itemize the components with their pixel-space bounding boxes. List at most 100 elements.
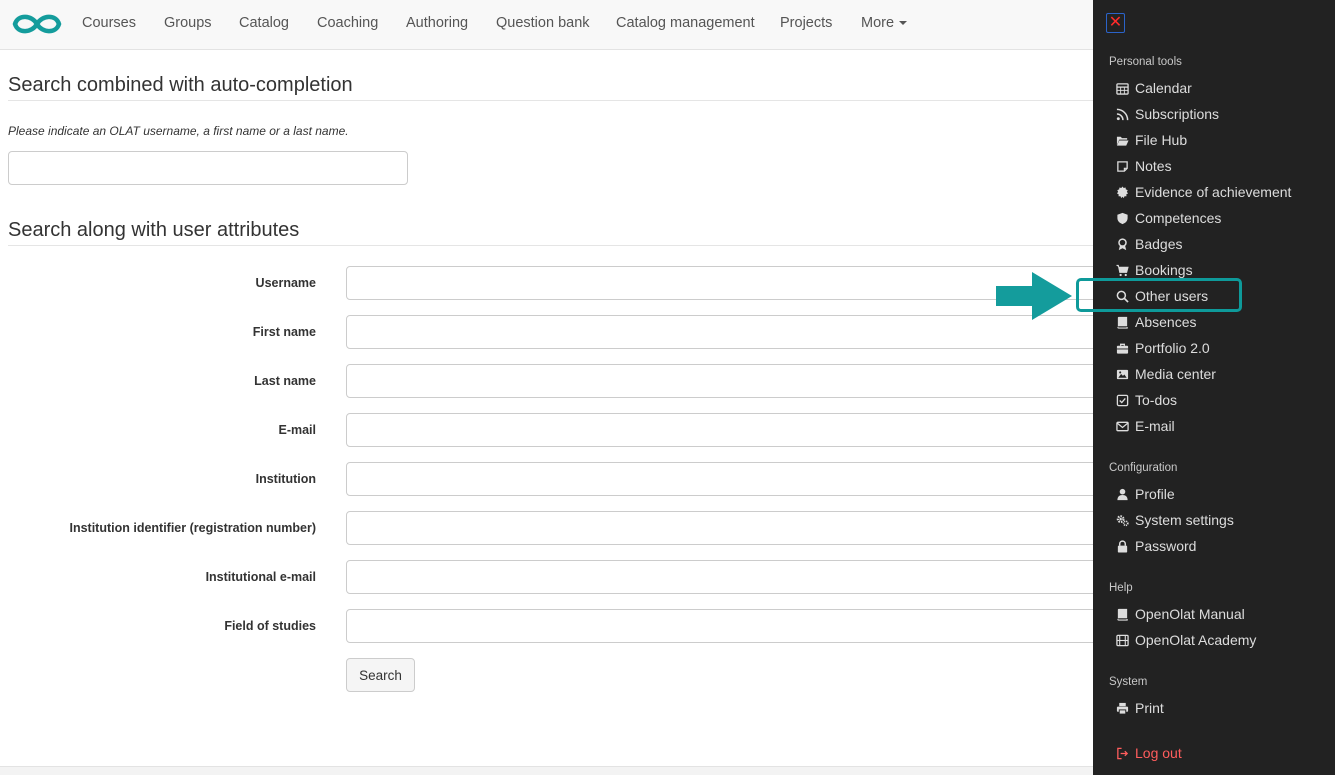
- autocomplete-search-input[interactable]: [8, 151, 408, 185]
- panel-item-print[interactable]: Print: [1115, 698, 1164, 718]
- user-icon: [1115, 487, 1129, 501]
- panel-item-log-out[interactable]: Log out: [1115, 743, 1182, 763]
- panel-item-notes[interactable]: Notes: [1115, 156, 1172, 176]
- nav-authoring[interactable]: Authoring: [406, 15, 468, 31]
- panel-item-label: Password: [1135, 538, 1197, 554]
- username-field[interactable]: [346, 266, 1106, 300]
- panel-item-system-settings[interactable]: System settings: [1115, 510, 1234, 530]
- panel-item-email[interactable]: E-mail: [1115, 416, 1175, 436]
- label-institution-identifier: Institution identifier (registration num…: [69, 521, 316, 535]
- panel-item-label: Subscriptions: [1135, 106, 1220, 122]
- cart-icon: [1115, 263, 1129, 277]
- footer: [0, 766, 1093, 775]
- calendar-icon: [1115, 81, 1129, 95]
- briefcase-icon: [1115, 341, 1129, 355]
- lock-icon: [1115, 539, 1129, 553]
- image-icon: [1115, 367, 1129, 381]
- group-title-system: System: [1109, 676, 1148, 688]
- institutional-email-field[interactable]: [346, 560, 1106, 594]
- book-icon: [1115, 607, 1129, 621]
- last-name-field[interactable]: [346, 364, 1106, 398]
- institution-field[interactable]: [346, 462, 1106, 496]
- gears-icon: [1115, 513, 1129, 527]
- openolat-logo-icon[interactable]: [10, 11, 64, 37]
- check-square-icon: [1115, 393, 1129, 407]
- panel-item-label: File Hub: [1135, 132, 1188, 148]
- section-divider: [8, 245, 1093, 246]
- panel-item-label: Log out: [1135, 745, 1182, 761]
- panel-item-file-hub[interactable]: File Hub: [1115, 130, 1187, 150]
- first-name-field[interactable]: [346, 315, 1106, 349]
- panel-item-label: System settings: [1135, 512, 1234, 528]
- nav-groups[interactable]: Groups: [164, 15, 212, 31]
- panel-item-label: Absences: [1135, 314, 1197, 330]
- nav-question-bank[interactable]: Question bank: [496, 15, 590, 31]
- panel-item-openolat-manual[interactable]: OpenOlat Manual: [1115, 604, 1245, 624]
- label-institutional-email: Institutional e-mail: [205, 570, 316, 584]
- nav-more-label: More: [861, 15, 895, 31]
- panel-item-bookings[interactable]: Bookings: [1115, 260, 1193, 280]
- label-first-name: First name: [252, 325, 316, 339]
- panel-item-media-center[interactable]: Media center: [1115, 364, 1216, 384]
- label-email: E-mail: [278, 423, 316, 437]
- certificate-icon: [1115, 185, 1129, 199]
- autocomplete-hint: Please indicate an OLAT username, a firs…: [8, 124, 349, 138]
- panel-item-profile[interactable]: Profile: [1115, 484, 1175, 504]
- panel-item-label: E-mail: [1135, 418, 1175, 434]
- panel-item-label: To-dos: [1135, 392, 1178, 408]
- panel-item-evidence-of-achievement[interactable]: Evidence of achievement: [1115, 182, 1291, 202]
- folder-open-icon: [1115, 133, 1129, 147]
- nav-more-dropdown[interactable]: More: [861, 15, 908, 31]
- panel-item-label: Notes: [1135, 158, 1172, 174]
- panel-item-absences[interactable]: Absences: [1115, 312, 1196, 332]
- panel-item-label: Media center: [1135, 366, 1216, 382]
- group-title-configuration: Configuration: [1109, 462, 1178, 474]
- nav-courses[interactable]: Courses: [82, 15, 136, 31]
- book-icon: [1115, 315, 1129, 329]
- panel-item-badges[interactable]: Badges: [1115, 234, 1182, 254]
- search-button[interactable]: Search: [346, 658, 415, 692]
- panel-item-label: OpenOlat Academy: [1135, 632, 1257, 648]
- note-icon: [1115, 159, 1129, 173]
- nav-catalog[interactable]: Catalog: [239, 15, 289, 31]
- panel-item-password[interactable]: Password: [1115, 536, 1196, 556]
- award-icon: [1115, 237, 1129, 251]
- panel-item-label: Bookings: [1135, 262, 1193, 278]
- rss-icon: [1115, 107, 1129, 121]
- panel-item-label: Portfolio 2.0: [1135, 340, 1210, 356]
- label-username: Username: [255, 276, 316, 290]
- close-icon[interactable]: ✕: [1106, 13, 1125, 33]
- highlight-box: [1076, 278, 1242, 312]
- panel-item-to-dos[interactable]: To-dos: [1115, 390, 1177, 410]
- email-field[interactable]: [346, 413, 1106, 447]
- panel-item-label: Calendar: [1135, 80, 1192, 96]
- section-title-user-attributes: Search along with user attributes: [8, 219, 300, 241]
- label-institution: Institution: [255, 472, 316, 486]
- shield-icon: [1115, 211, 1129, 225]
- logout-icon: [1115, 746, 1129, 760]
- panel-item-competences[interactable]: Competences: [1115, 208, 1221, 228]
- nav-projects[interactable]: Projects: [780, 15, 832, 31]
- field-of-studies-field[interactable]: [346, 609, 1106, 643]
- panel-item-label: Evidence of achievement: [1135, 184, 1292, 200]
- panel-item-portfolio[interactable]: Portfolio 2.0: [1115, 338, 1210, 358]
- top-navigation: Courses Groups Catalog Coaching Authorin…: [0, 0, 1093, 50]
- panel-item-openolat-academy[interactable]: OpenOlat Academy: [1115, 630, 1256, 650]
- print-icon: [1115, 701, 1129, 715]
- panel-item-calendar[interactable]: Calendar: [1115, 78, 1192, 98]
- panel-item-label: Profile: [1135, 486, 1175, 502]
- pointer-arrow-icon: [996, 272, 1072, 320]
- section-divider: [8, 100, 1093, 101]
- section-title-autocomplete: Search combined with auto-completion: [8, 74, 353, 96]
- personal-tools-panel: ✕ Personal tools Calendar Subscriptions …: [1093, 0, 1335, 775]
- film-icon: [1115, 633, 1129, 647]
- panel-item-subscriptions[interactable]: Subscriptions: [1115, 104, 1219, 124]
- institution-identifier-field[interactable]: [346, 511, 1106, 545]
- nav-catalog-management[interactable]: Catalog management: [616, 15, 755, 31]
- nav-coaching[interactable]: Coaching: [317, 15, 378, 31]
- panel-item-label: Competences: [1135, 210, 1222, 226]
- main-content: Search combined with auto-completion Ple…: [0, 50, 1106, 775]
- label-field-of-studies: Field of studies: [224, 619, 316, 633]
- caret-down-icon: [899, 21, 908, 26]
- panel-item-label: Print: [1135, 700, 1164, 716]
